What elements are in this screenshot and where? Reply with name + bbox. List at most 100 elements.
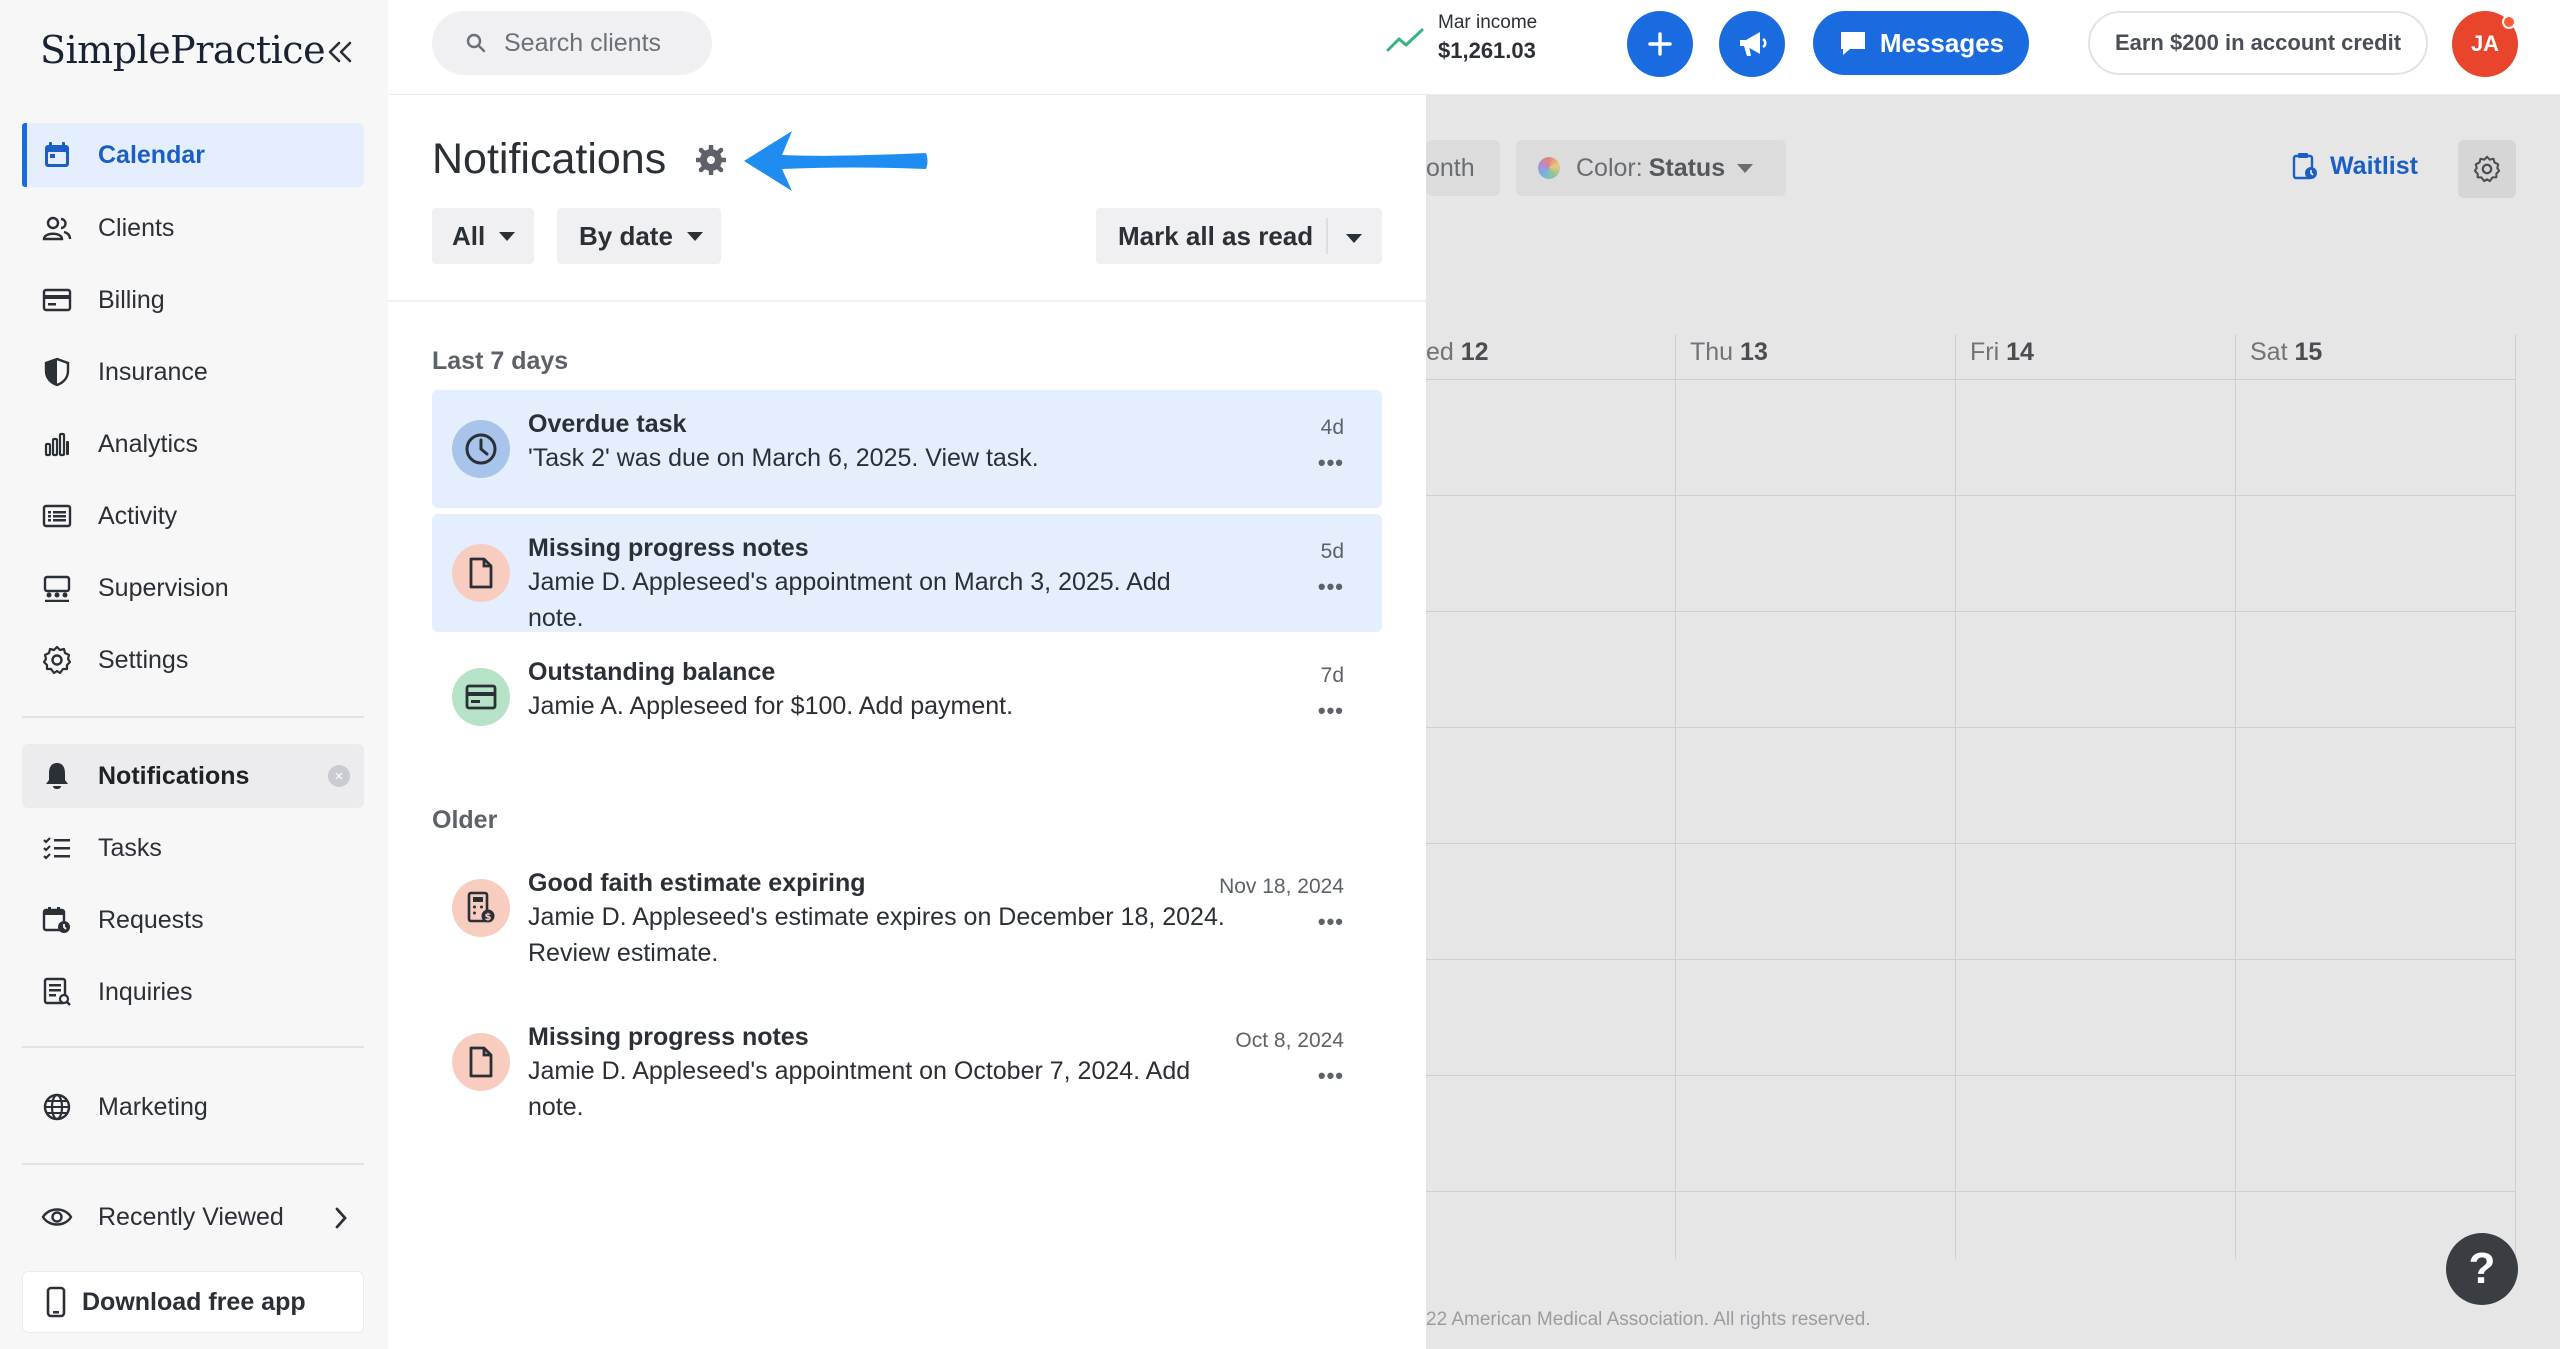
card-icon (452, 668, 510, 726)
sidebar-item-recently-viewed[interactable]: Recently Viewed (22, 1185, 364, 1249)
messages-button[interactable]: Messages (1813, 11, 2029, 75)
sidebar-item-label: Marketing (98, 1092, 208, 1121)
view-month-button[interactable]: onth (1426, 140, 1500, 196)
pointer-arrow-icon (744, 131, 928, 191)
split-divider (1326, 218, 1328, 254)
notification-body[interactable]: Jamie D. Appleseed's appointment on Marc… (528, 564, 1228, 636)
income-value: $1,261.03 (1438, 38, 1536, 63)
avatar-initials: JA (2470, 31, 2500, 56)
notification-item[interactable]: Missing progress notes Jamie D. Applesee… (432, 514, 1382, 632)
notification-settings-button[interactable] (694, 143, 728, 180)
avatar[interactable]: JA (2452, 11, 2518, 77)
filter-date-label: By date (579, 220, 673, 251)
more-options-button[interactable]: ••• (1318, 698, 1344, 724)
sidebar-item-label: Inquiries (98, 977, 193, 1006)
more-options-button[interactable]: ••• (1318, 1063, 1344, 1089)
calendar-grid[interactable] (1426, 334, 2516, 1259)
bar-chart-icon (40, 427, 74, 461)
notification-body[interactable]: Jamie D. Appleseed's appointment on Octo… (528, 1053, 1228, 1125)
calendar-view: onth Color: Status Waitlist ed 12 Thu 13… (1426, 95, 2560, 1349)
caret-down-icon (499, 231, 516, 241)
notification-title: Missing progress notes (528, 534, 809, 562)
app-logo[interactable]: SimplePractice (40, 28, 326, 72)
supervision-icon (40, 571, 74, 605)
waitlist-label: Waitlist (2330, 151, 2418, 180)
sidebar-divider (22, 1046, 364, 1048)
list-icon (40, 499, 74, 533)
page-title: Notifications (432, 135, 667, 183)
sidebar-item-analytics[interactable]: Analytics (22, 412, 364, 476)
calendar-icon (40, 138, 74, 172)
help-button[interactable]: ? (2446, 1233, 2518, 1305)
gear-icon (2473, 155, 2501, 183)
color-label: Color: (1576, 153, 1643, 182)
search-input[interactable]: Search clients (432, 11, 712, 75)
notification-title: Outstanding balance (528, 658, 776, 686)
sidebar-item-label: Supervision (98, 573, 229, 602)
caret-down-icon (686, 231, 703, 241)
download-app-label: Download free app (82, 1287, 306, 1316)
color-status-dropdown[interactable]: Color: Status (1516, 140, 1786, 196)
close-icon[interactable]: × (328, 765, 350, 787)
sidebar-item-insurance[interactable]: Insurance (22, 340, 364, 404)
notification-item[interactable]: Overdue task 'Task 2' was due on March 6… (432, 390, 1382, 508)
double-chevron-left-icon (328, 41, 352, 63)
filter-all-dropdown[interactable]: All (432, 208, 534, 264)
notification-body[interactable]: 'Task 2' was due on March 6, 2025. View … (528, 440, 1228, 476)
sidebar-item-calendar[interactable]: Calendar (22, 123, 364, 187)
notification-time: 7d (1320, 664, 1344, 687)
add-button[interactable] (1627, 11, 1693, 77)
notification-time: 5d (1320, 540, 1344, 563)
sidebar-item-marketing[interactable]: Marketing (22, 1075, 364, 1139)
calendar-settings-button[interactable] (2458, 140, 2516, 198)
more-options-button[interactable]: ••• (1318, 450, 1344, 476)
svg-text:$: $ (485, 912, 492, 923)
sidebar-item-clients[interactable]: Clients (22, 196, 364, 260)
notification-item[interactable]: $ Good faith estimate expiring Jamie D. … (432, 849, 1382, 999)
sidebar-item-label: Insurance (98, 357, 208, 386)
panel-divider (388, 300, 1426, 302)
copyright-text: 22 American Medical Association. All rig… (1426, 1309, 1871, 1330)
sidebar: SimplePractice Calendar Clients Billing … (0, 0, 388, 1349)
income-label: Mar income (1438, 12, 1538, 33)
trend-up-icon (1386, 28, 1424, 52)
phone-icon (46, 1286, 66, 1318)
more-options-button[interactable]: ••• (1318, 574, 1344, 600)
document-icon (452, 544, 510, 602)
sidebar-item-requests[interactable]: Requests (22, 888, 364, 952)
caret-down-icon[interactable] (1346, 234, 1362, 243)
mark-all-read-button[interactable]: Mark all as read (1096, 208, 1382, 264)
filter-date-dropdown[interactable]: By date (557, 208, 721, 264)
income-summary[interactable]: Mar income $1,261.03 (1386, 12, 1537, 64)
section-label-older: Older (432, 806, 498, 834)
sidebar-item-activity[interactable]: Activity (22, 484, 364, 548)
day-header-fri: Fri 14 (1970, 338, 2034, 366)
caret-down-icon (1737, 163, 1754, 173)
notification-item[interactable]: Missing progress notes Jamie D. Applesee… (432, 1003, 1382, 1153)
sidebar-item-label: Calendar (98, 140, 205, 169)
sidebar-item-settings[interactable]: Settings (22, 628, 364, 692)
card-icon (40, 283, 74, 317)
chevron-right-icon (335, 1207, 347, 1229)
notification-item[interactable]: Outstanding balance Jamie A. Appleseed f… (432, 638, 1382, 756)
notification-time: Nov 18, 2024 (1219, 875, 1344, 898)
notification-body[interactable]: Jamie A. Appleseed for $100. Add payment… (528, 688, 1228, 724)
sidebar-item-supervision[interactable]: Supervision (22, 556, 364, 620)
sidebar-divider (22, 1163, 364, 1165)
sidebar-item-tasks[interactable]: Tasks (22, 816, 364, 880)
filter-all-label: All (452, 220, 486, 251)
day-header-wed: ed 12 (1426, 338, 1489, 366)
sidebar-item-inquiries[interactable]: Inquiries (22, 960, 364, 1024)
announcements-button[interactable] (1719, 11, 1785, 77)
collapse-sidebar-button[interactable] (322, 34, 358, 70)
messages-label: Messages (1879, 27, 2005, 58)
sidebar-item-billing[interactable]: Billing (22, 268, 364, 332)
earn-credit-button[interactable]: Earn $200 in account credit (2088, 11, 2428, 75)
sidebar-item-notifications[interactable]: Notifications × (22, 744, 364, 808)
more-options-button[interactable]: ••• (1318, 909, 1344, 935)
waitlist-button[interactable]: Waitlist (2292, 151, 2418, 181)
notification-body[interactable]: Jamie D. Appleseed's estimate expires on… (528, 899, 1228, 971)
sidebar-item-label: Tasks (98, 833, 162, 862)
requests-icon (40, 903, 74, 937)
download-app-button[interactable]: Download free app (22, 1271, 364, 1333)
